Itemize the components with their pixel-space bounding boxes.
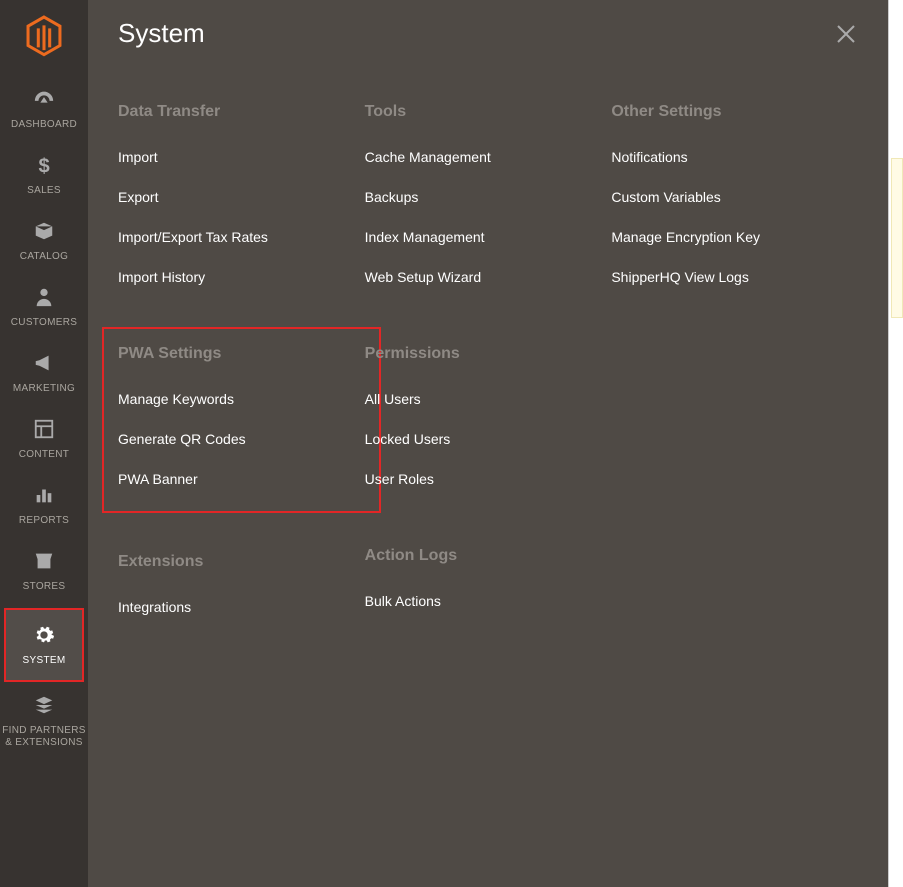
section-permissions: Permissions All Users Locked Users User … bbox=[365, 345, 612, 487]
section-action-logs: Action Logs Bulk Actions bbox=[365, 547, 612, 609]
flyout-column-2: Tools Cache Management Backups Index Man… bbox=[365, 103, 612, 675]
link-import-export-tax-rates[interactable]: Import/Export Tax Rates bbox=[118, 229, 365, 245]
nav-label: CONTENT bbox=[0, 449, 88, 460]
section-pwa-settings: PWA Settings Manage Keywords Generate QR… bbox=[118, 345, 365, 487]
nav-find-partners[interactable]: FIND PARTNERS & EXTENSIONS bbox=[0, 684, 88, 763]
link-locked-users[interactable]: Locked Users bbox=[365, 431, 612, 447]
nav-label: REPORTS bbox=[0, 515, 88, 526]
nav-label: FIND PARTNERS & EXTENSIONS bbox=[0, 725, 88, 749]
section-title: Permissions bbox=[365, 345, 612, 363]
close-icon[interactable] bbox=[834, 22, 858, 46]
section-other-settings: Other Settings Notifications Custom Vari… bbox=[611, 103, 858, 285]
box-icon bbox=[0, 220, 88, 245]
nav-catalog[interactable]: CATALOG bbox=[0, 210, 88, 276]
system-flyout-panel: System Data Transfer Import Export Impor… bbox=[88, 0, 888, 887]
link-index-management[interactable]: Index Management bbox=[365, 229, 612, 245]
highlight-box-pwa: PWA Settings Manage Keywords Generate QR… bbox=[102, 327, 381, 513]
layout-icon bbox=[0, 418, 88, 443]
link-export[interactable]: Export bbox=[118, 189, 365, 205]
flyout-header: System bbox=[88, 0, 888, 73]
link-pwa-banner[interactable]: PWA Banner bbox=[118, 471, 365, 487]
link-manage-encryption-key[interactable]: Manage Encryption Key bbox=[611, 229, 858, 245]
nav-marketing[interactable]: MARKETING bbox=[0, 342, 88, 408]
nav-content[interactable]: CONTENT bbox=[0, 408, 88, 474]
gauge-icon bbox=[0, 88, 88, 113]
link-generate-qr-codes[interactable]: Generate QR Codes bbox=[118, 431, 365, 447]
section-title: Action Logs bbox=[365, 547, 612, 565]
link-import[interactable]: Import bbox=[118, 149, 365, 165]
notice-strip bbox=[891, 158, 903, 318]
person-icon bbox=[0, 286, 88, 311]
bar-chart-icon bbox=[0, 484, 88, 509]
admin-sidebar: DASHBOARD $ SALES CATALOG CUSTOMERS MARK… bbox=[0, 0, 88, 887]
link-web-setup-wizard[interactable]: Web Setup Wizard bbox=[365, 269, 612, 285]
nav-system[interactable]: SYSTEM bbox=[4, 608, 84, 682]
flyout-title: System bbox=[118, 18, 205, 49]
section-title: Other Settings bbox=[611, 103, 858, 121]
nav-dashboard[interactable]: DASHBOARD bbox=[0, 78, 88, 144]
link-notifications[interactable]: Notifications bbox=[611, 149, 858, 165]
link-all-users[interactable]: All Users bbox=[365, 391, 612, 407]
link-import-history[interactable]: Import History bbox=[118, 269, 365, 285]
link-bulk-actions[interactable]: Bulk Actions bbox=[365, 593, 612, 609]
nav-label: CUSTOMERS bbox=[0, 317, 88, 328]
section-title: PWA Settings bbox=[118, 345, 365, 363]
flyout-column-1: Data Transfer Import Export Import/Expor… bbox=[118, 103, 365, 675]
nav-sales[interactable]: $ SALES bbox=[0, 144, 88, 210]
nav-reports[interactable]: REPORTS bbox=[0, 474, 88, 540]
nav-label: STORES bbox=[0, 581, 88, 592]
puzzle-icon bbox=[0, 694, 88, 719]
dollar-icon: $ bbox=[0, 154, 88, 179]
megaphone-icon bbox=[0, 352, 88, 377]
link-custom-variables[interactable]: Custom Variables bbox=[611, 189, 858, 205]
nav-customers[interactable]: CUSTOMERS bbox=[0, 276, 88, 342]
storefront-icon bbox=[0, 550, 88, 575]
background-content-edge bbox=[888, 0, 903, 887]
link-shipperhq-view-logs[interactable]: ShipperHQ View Logs bbox=[611, 269, 858, 285]
section-extensions: Extensions Integrations bbox=[118, 553, 365, 615]
link-user-roles[interactable]: User Roles bbox=[365, 471, 612, 487]
link-backups[interactable]: Backups bbox=[365, 189, 612, 205]
nav-label: SALES bbox=[0, 185, 88, 196]
nav-stores[interactable]: STORES bbox=[0, 540, 88, 606]
nav-label: CATALOG bbox=[0, 251, 88, 262]
gear-icon bbox=[6, 624, 82, 649]
section-title: Data Transfer bbox=[118, 103, 365, 121]
section-data-transfer: Data Transfer Import Export Import/Expor… bbox=[118, 103, 365, 285]
flyout-column-3: Other Settings Notifications Custom Vari… bbox=[611, 103, 858, 675]
magento-logo[interactable] bbox=[25, 14, 63, 56]
section-tools: Tools Cache Management Backups Index Man… bbox=[365, 103, 612, 285]
flyout-body: Data Transfer Import Export Import/Expor… bbox=[88, 73, 888, 675]
section-title: Tools bbox=[365, 103, 612, 121]
nav-label: SYSTEM bbox=[6, 655, 82, 666]
section-title: Extensions bbox=[118, 553, 365, 571]
link-integrations[interactable]: Integrations bbox=[118, 599, 365, 615]
link-cache-management[interactable]: Cache Management bbox=[365, 149, 612, 165]
svg-text:$: $ bbox=[39, 155, 51, 176]
link-manage-keywords[interactable]: Manage Keywords bbox=[118, 391, 365, 407]
nav-label: DASHBOARD bbox=[0, 119, 88, 130]
nav-label: MARKETING bbox=[0, 383, 88, 394]
